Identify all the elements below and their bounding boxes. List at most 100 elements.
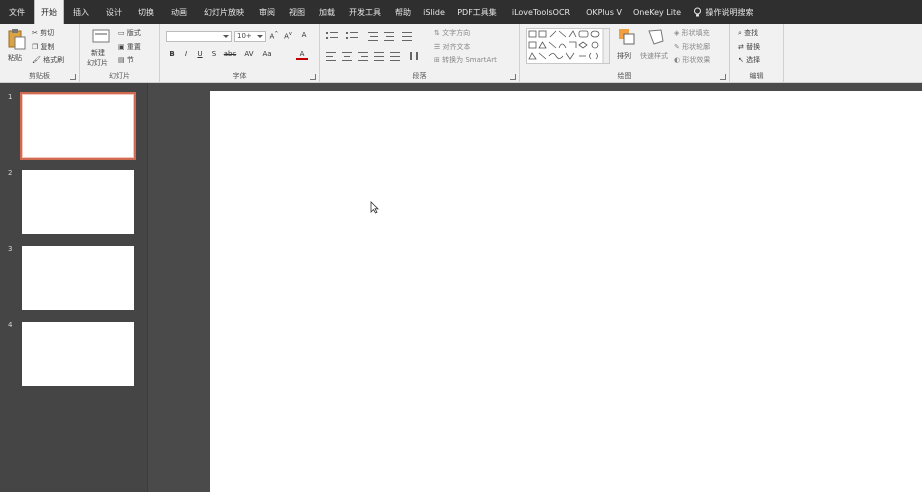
layout-button[interactable]: ▭ 版式 xyxy=(118,28,141,38)
tab-home[interactable]: 开始 xyxy=(34,0,64,24)
effects-icon: ◐ xyxy=(674,56,681,64)
smartart-icon: ⊞ xyxy=(434,56,440,64)
group-label-slides: 幻灯片 xyxy=(109,72,130,80)
cut-button[interactable]: ✂ 剪切 xyxy=(32,28,54,38)
drawing-launcher[interactable] xyxy=(720,74,726,80)
shapes-gallery[interactable] xyxy=(526,28,610,64)
tab-review[interactable]: 审阅 xyxy=(252,0,282,24)
reset-button[interactable]: ▣ 重置 xyxy=(118,42,141,52)
slide-number: 4 xyxy=(8,321,13,329)
convert-smartart-button[interactable]: ⊞ 转换为 SmartArt xyxy=(434,55,497,65)
shrink-font-button[interactable]: Av xyxy=(282,31,294,40)
tab-insert[interactable]: 插入 xyxy=(64,0,98,24)
new-slide-icon xyxy=(92,29,110,43)
grow-font-button[interactable]: A^ xyxy=(268,31,280,40)
italic-button[interactable]: I xyxy=(180,50,192,58)
char-spacing-button[interactable]: AV xyxy=(242,50,256,58)
replace-icon: ⇄ xyxy=(738,43,744,51)
slide-number: 3 xyxy=(8,245,13,253)
paragraph-launcher[interactable] xyxy=(510,74,516,80)
brush-icon: 🖌 xyxy=(32,56,41,64)
arrange-button[interactable]: 排列 xyxy=(616,28,638,68)
find-button[interactable]: ⌕ 查找 xyxy=(738,28,758,38)
text-direction-icon: ⇅ xyxy=(434,29,440,37)
tab-animations[interactable]: 动画 xyxy=(162,0,196,24)
section-button[interactable]: ▤ 节 xyxy=(118,55,134,65)
tab-file[interactable]: 文件 xyxy=(0,0,34,24)
slide-canvas[interactable] xyxy=(210,91,922,492)
format-painter-button[interactable]: 🖌 格式刷 xyxy=(32,55,64,65)
powerpoint-window: 文件 开始 插入 设计 切换 动画 幻灯片放映 审阅 视图 加载 开发工具 帮助… xyxy=(0,0,922,492)
fill-bucket-icon: ◈ xyxy=(674,29,680,37)
group-slides: 新建 幻灯片 ▭ 版式 ▣ 重置 ▤ 节 幻灯片 xyxy=(80,24,160,83)
group-editing: ⌕ 查找 ⇄ 替换 ↖ 选择 编辑 xyxy=(730,24,784,83)
shadow-button[interactable]: S xyxy=(208,50,220,58)
reset-icon: ▣ xyxy=(118,43,125,51)
shape-effects-button[interactable]: ◐ 形状效果 xyxy=(674,55,710,65)
tell-me-search[interactable]: 操作说明搜索 xyxy=(684,0,762,24)
tab-ilovetools-ocr[interactable]: iLoveToolsOCR xyxy=(504,0,578,24)
copy-icon: ❐ xyxy=(32,43,39,51)
slide-thumbnail[interactable] xyxy=(22,170,134,234)
tab-addins[interactable]: 加载 xyxy=(312,0,342,24)
pen-icon: ✎ xyxy=(674,43,680,51)
tab-islide[interactable]: iSlide xyxy=(418,0,450,24)
arrange-icon xyxy=(619,29,635,45)
paragraph-list-icons[interactable] xyxy=(326,30,430,42)
new-slide-button[interactable]: 新建 幻灯片 xyxy=(86,27,116,69)
change-case-button[interactable]: Aa xyxy=(260,50,274,58)
slide-thumbnail-pane[interactable]: 1 2 3 4 xyxy=(0,83,148,492)
group-label-editing: 编辑 xyxy=(749,72,764,80)
font-launcher[interactable] xyxy=(310,74,316,80)
group-font: 10+ A^ Av A B I U S abc AV Aa A 字体 xyxy=(160,24,320,83)
font-size-combo[interactable]: 10+ xyxy=(234,31,266,42)
tab-onekey-lite[interactable]: OneKey Lite xyxy=(630,0,684,24)
tab-developer[interactable]: 开发工具 xyxy=(342,0,388,24)
slide-thumbnail[interactable] xyxy=(22,246,134,310)
underline-button[interactable]: U xyxy=(194,50,206,58)
align-text-button[interactable]: ☰ 对齐文本 xyxy=(434,42,471,52)
tab-slideshow[interactable]: 幻灯片放映 xyxy=(196,0,252,24)
chevron-down-icon xyxy=(223,35,229,38)
tab-okplus[interactable]: OKPlus V xyxy=(578,0,630,24)
group-label-clipboard: 剪贴板 xyxy=(29,72,50,80)
strikethrough-button[interactable]: abc xyxy=(222,50,238,58)
tab-help[interactable]: 帮助 xyxy=(388,0,418,24)
scissors-icon: ✂ xyxy=(32,29,38,37)
slide-thumbnail[interactable] xyxy=(20,92,136,160)
paste-button[interactable]: 粘贴 xyxy=(6,28,28,68)
clipboard-launcher[interactable] xyxy=(70,74,76,80)
replace-button[interactable]: ⇄ 替换 xyxy=(738,42,760,52)
copy-button[interactable]: ❐ 复制 xyxy=(32,42,55,52)
text-direction-button[interactable]: ⇅ 文字方向 xyxy=(434,28,470,38)
tab-transitions[interactable]: 切换 xyxy=(130,0,162,24)
clear-format-button[interactable]: A xyxy=(298,31,310,39)
font-name-combo[interactable] xyxy=(166,31,232,42)
paste-icon xyxy=(8,29,26,50)
paragraph-align-icons[interactable] xyxy=(326,50,430,62)
tab-design[interactable]: 设计 xyxy=(98,0,130,24)
select-button[interactable]: ↖ 选择 xyxy=(738,55,760,65)
group-label-font: 字体 xyxy=(232,72,247,80)
align-text-icon: ☰ xyxy=(434,43,441,51)
slide-number: 2 xyxy=(8,169,13,177)
group-drawing: 排列 快速样式 ◈ 形状填充 ✎ 形状轮廓 ◐ 形状效果 绘图 xyxy=(520,24,730,83)
search-icon: ⌕ xyxy=(738,29,742,37)
slide-number: 1 xyxy=(8,93,13,101)
tab-pdf-tools[interactable]: PDF工具集 xyxy=(450,0,504,24)
shape-outline-button[interactable]: ✎ 形状轮廓 xyxy=(674,42,710,52)
group-label-paragraph: 段落 xyxy=(412,72,427,80)
layout-icon: ▭ xyxy=(118,29,125,37)
font-color-button[interactable]: A xyxy=(296,50,308,60)
slide-thumbnail[interactable] xyxy=(22,322,134,386)
tab-view[interactable]: 视图 xyxy=(282,0,312,24)
quick-styles-icon xyxy=(648,29,664,45)
section-icon: ▤ xyxy=(118,56,125,64)
ribbon-home: 粘贴 ✂ 剪切 ❐ 复制 🖌 格式刷 剪贴板 新建 幻灯片 ▭ 版式 ▣ 重置 … xyxy=(0,24,922,83)
shape-fill-button[interactable]: ◈ 形状填充 xyxy=(674,28,710,38)
mouse-pointer-icon xyxy=(370,201,379,214)
ribbon-tab-bar: 文件 开始 插入 设计 切换 动画 幻灯片放映 审阅 视图 加载 开发工具 帮助… xyxy=(0,0,922,24)
bold-button[interactable]: B xyxy=(166,50,178,58)
quick-styles-button[interactable]: 快速样式 xyxy=(640,28,672,68)
group-label-drawing: 绘图 xyxy=(617,72,632,80)
